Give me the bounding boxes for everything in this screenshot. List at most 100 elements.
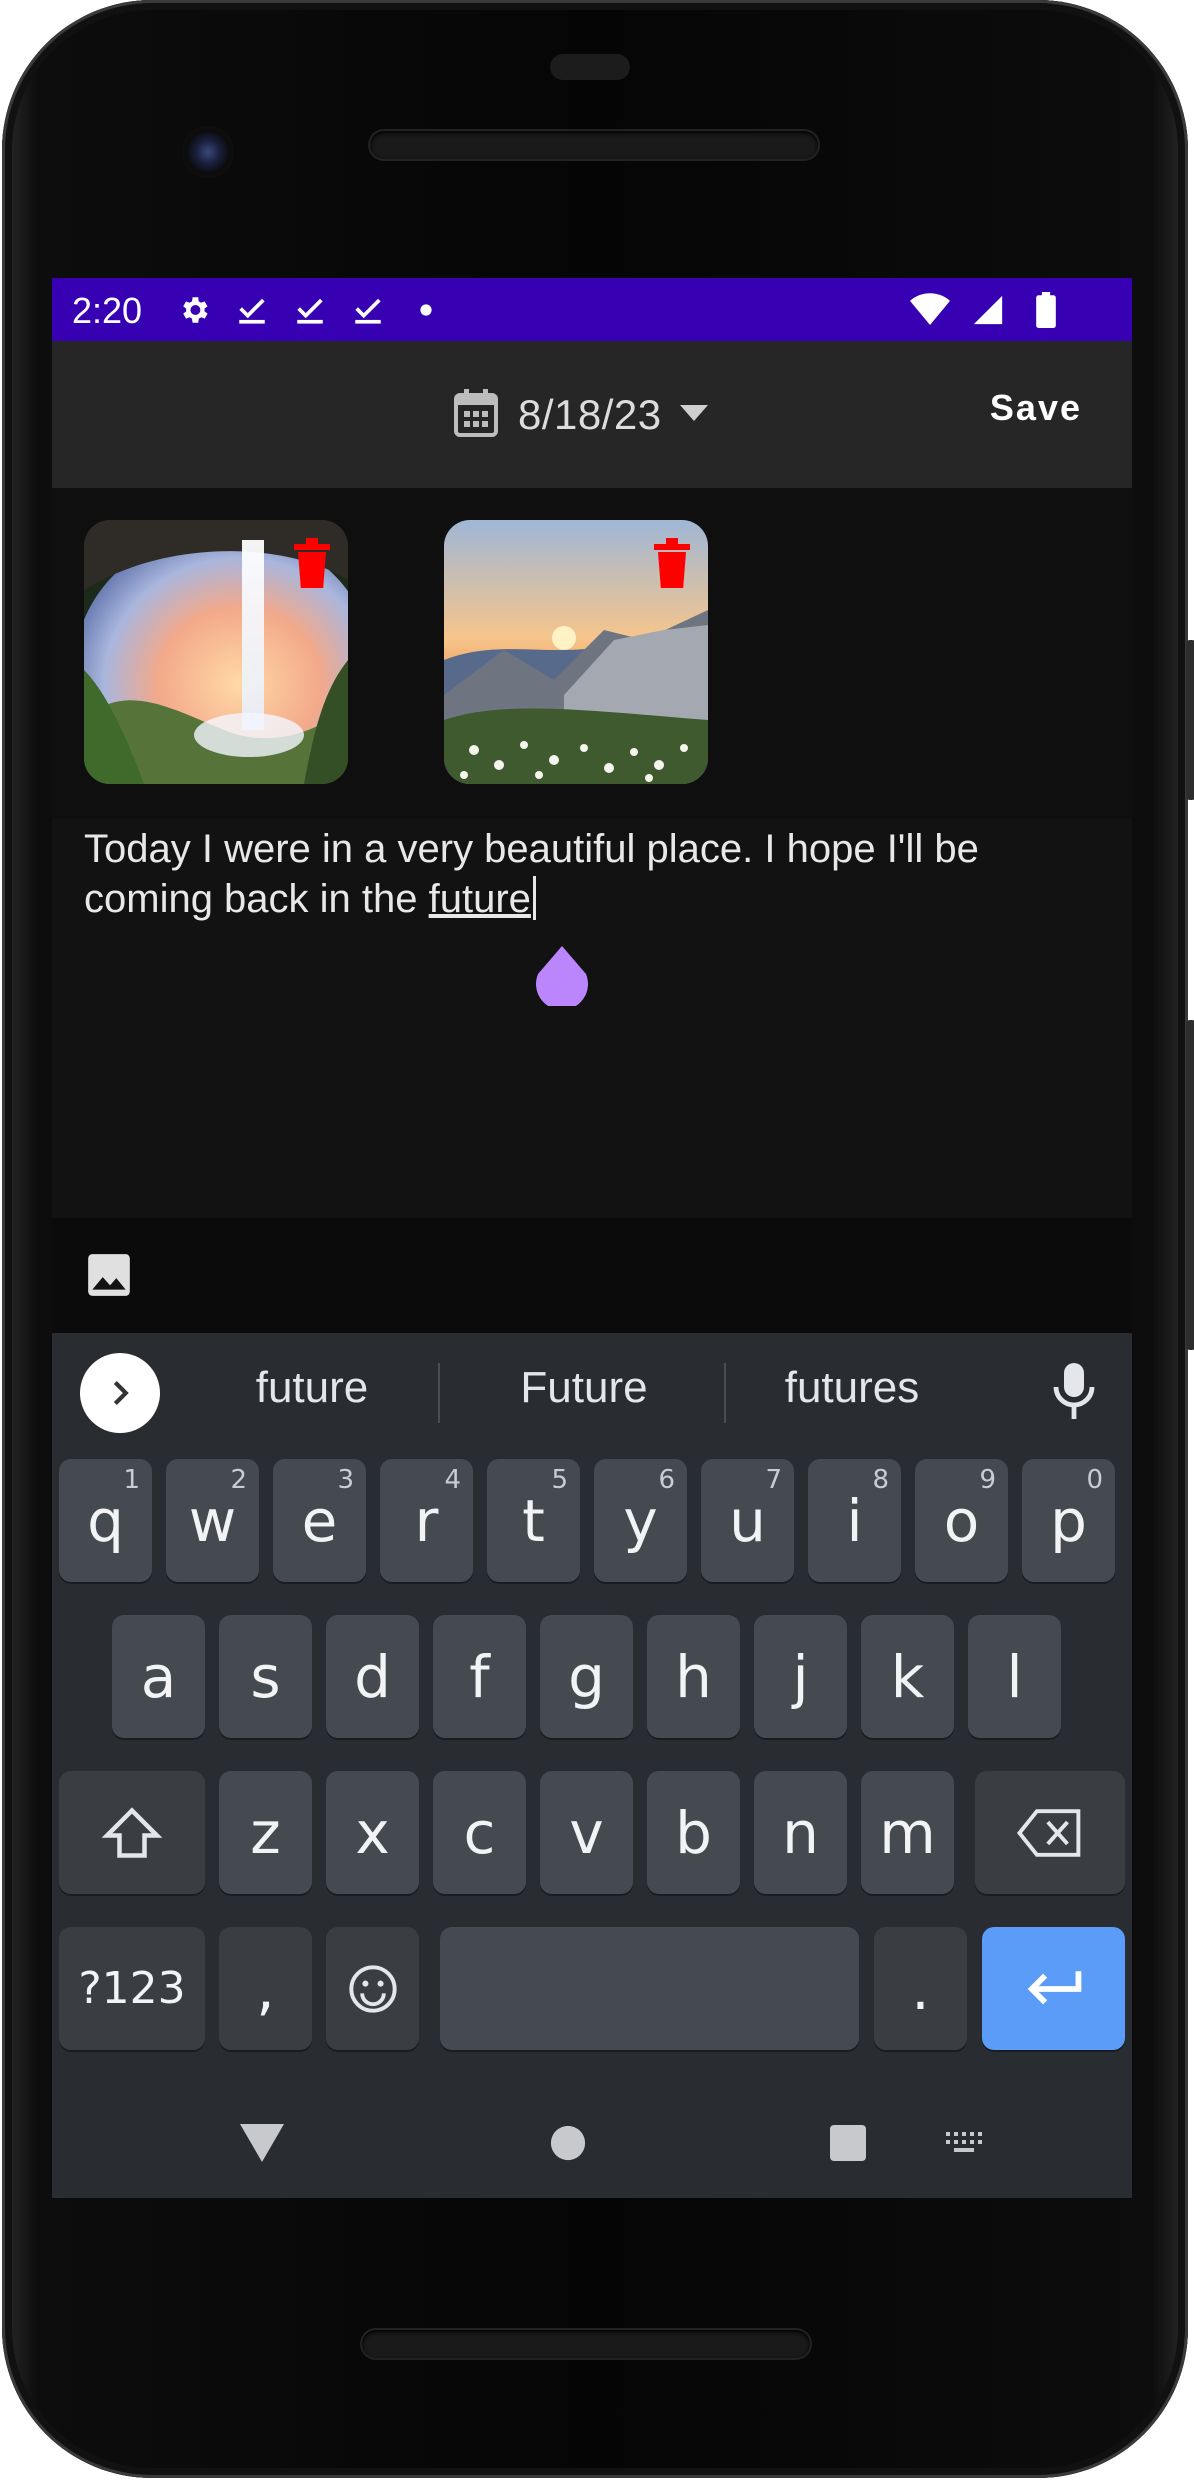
underlined-composing-word: future [428,877,531,921]
enter-icon [1027,1970,1081,2004]
recents-nav-icon[interactable] [818,2113,878,2173]
trash-icon[interactable] [292,538,332,588]
key-t[interactable]: t5 [487,1459,580,1582]
key-x[interactable]: x [326,1771,419,1894]
app-bar: 8/18/23 Save [52,341,1132,488]
check-icon [230,288,274,332]
navigation-bar [52,2093,1132,2198]
key-hint: 0 [1086,1465,1103,1495]
suggestion-strip: future Future futures [52,1333,1132,1449]
key-label: i [846,1486,863,1555]
backspace-key[interactable] [975,1771,1125,1894]
key-h[interactable]: h [647,1615,740,1738]
key-label: u [729,1486,766,1555]
back-nav-icon[interactable] [232,2113,292,2173]
save-button[interactable]: Save [990,387,1082,429]
front-camera [182,126,234,178]
emoji-icon [348,1964,397,2013]
key-e[interactable]: e3 [273,1459,366,1582]
key-hint: 6 [658,1465,675,1495]
key-g[interactable]: g [540,1615,633,1738]
key-hint: 8 [872,1465,889,1495]
key-label: w [188,1486,237,1555]
period-key[interactable]: . [874,1927,967,2050]
key-o[interactable]: o9 [915,1459,1008,1582]
status-time: 2:20 [72,290,143,331]
key-hint: 5 [551,1465,568,1495]
key-k[interactable]: k [861,1615,954,1738]
photos-row [52,488,1132,818]
key-label: e [301,1486,338,1555]
note-text-area[interactable]: Today I were in a very beautiful place. … [52,818,1132,1218]
cursor-handle[interactable] [534,946,590,1010]
top-sensor [550,54,630,80]
suggestion-2[interactable]: Future [474,1363,694,1413]
key-label: y [623,1486,658,1555]
symbols-key[interactable]: ?123 [59,1927,205,2050]
key-label: o [943,1486,980,1555]
calendar-icon [452,387,500,444]
key-hint: 9 [979,1465,996,1495]
signal-icon [966,288,1010,332]
spacebar[interactable] [440,1927,859,2050]
status-bar: 2:20 [52,278,1132,341]
trash-icon[interactable] [652,538,692,588]
date-picker[interactable]: 8/18/23 [452,383,708,447]
dropdown-arrow-icon [679,404,708,426]
power-button [1186,640,1194,800]
key-hint: 2 [230,1465,247,1495]
key-m[interactable]: m [861,1771,954,1894]
key-u[interactable]: u7 [701,1459,794,1582]
key-w[interactable]: w2 [166,1459,259,1582]
battery-icon [1024,288,1068,332]
check-icon [288,288,332,332]
key-hint: 3 [337,1465,354,1495]
photo-thumbnail[interactable] [84,520,348,784]
key-b[interactable]: b [647,1771,740,1894]
home-nav-icon[interactable] [538,2113,598,2173]
suggestion-1[interactable]: future [202,1363,422,1413]
microphone-icon[interactable] [1052,1363,1096,1419]
key-s[interactable]: s [219,1615,312,1738]
date-value: 8/18/23 [518,391,662,438]
text-cursor [532,876,536,920]
key-v[interactable]: v [540,1771,633,1894]
key-p[interactable]: p0 [1022,1459,1115,1582]
key-label: r [414,1486,439,1555]
shift-key[interactable] [59,1771,205,1894]
chevron-right-icon [113,1381,129,1405]
key-l[interactable]: l [968,1615,1061,1738]
key-label: q [87,1486,124,1555]
key-hint: 4 [444,1465,461,1495]
comma-key[interactable]: , [219,1927,312,2050]
wifi-icon [908,288,952,332]
key-j[interactable]: j [754,1615,847,1738]
key-r[interactable]: r4 [380,1459,473,1582]
keyboard-switch-icon[interactable] [936,2115,996,2175]
key-z[interactable]: z [219,1771,312,1894]
note-text[interactable]: Today I were in a very beautiful place. … [84,824,1094,924]
key-q[interactable]: q1 [59,1459,152,1582]
key-y[interactable]: y6 [594,1459,687,1582]
bottom-toolbar [52,1218,1132,1333]
backspace-icon [1016,1808,1081,1857]
key-d[interactable]: d [326,1615,419,1738]
key-n[interactable]: n [754,1771,847,1894]
suggestion-3[interactable]: futures [742,1363,962,1413]
key-a[interactable]: a [112,1615,205,1738]
key-hint: 1 [123,1465,140,1495]
key-f[interactable]: f [433,1615,526,1738]
emoji-key[interactable] [326,1927,419,2050]
gear-icon [172,288,216,332]
expand-toolbar-button[interactable] [80,1353,160,1433]
key-c[interactable]: c [433,1771,526,1894]
key-label: t [522,1486,545,1555]
image-icon[interactable] [84,1250,134,1300]
suggestion-divider [438,1363,440,1423]
key-hint: 7 [765,1465,782,1495]
screen: 2:20 8/18/23 Save Today I were in a very… [52,278,1132,2198]
photo-thumbnail[interactable] [444,520,708,784]
enter-key[interactable] [982,1927,1125,2050]
suggestion-divider [724,1363,726,1423]
key-i[interactable]: i8 [808,1459,901,1582]
